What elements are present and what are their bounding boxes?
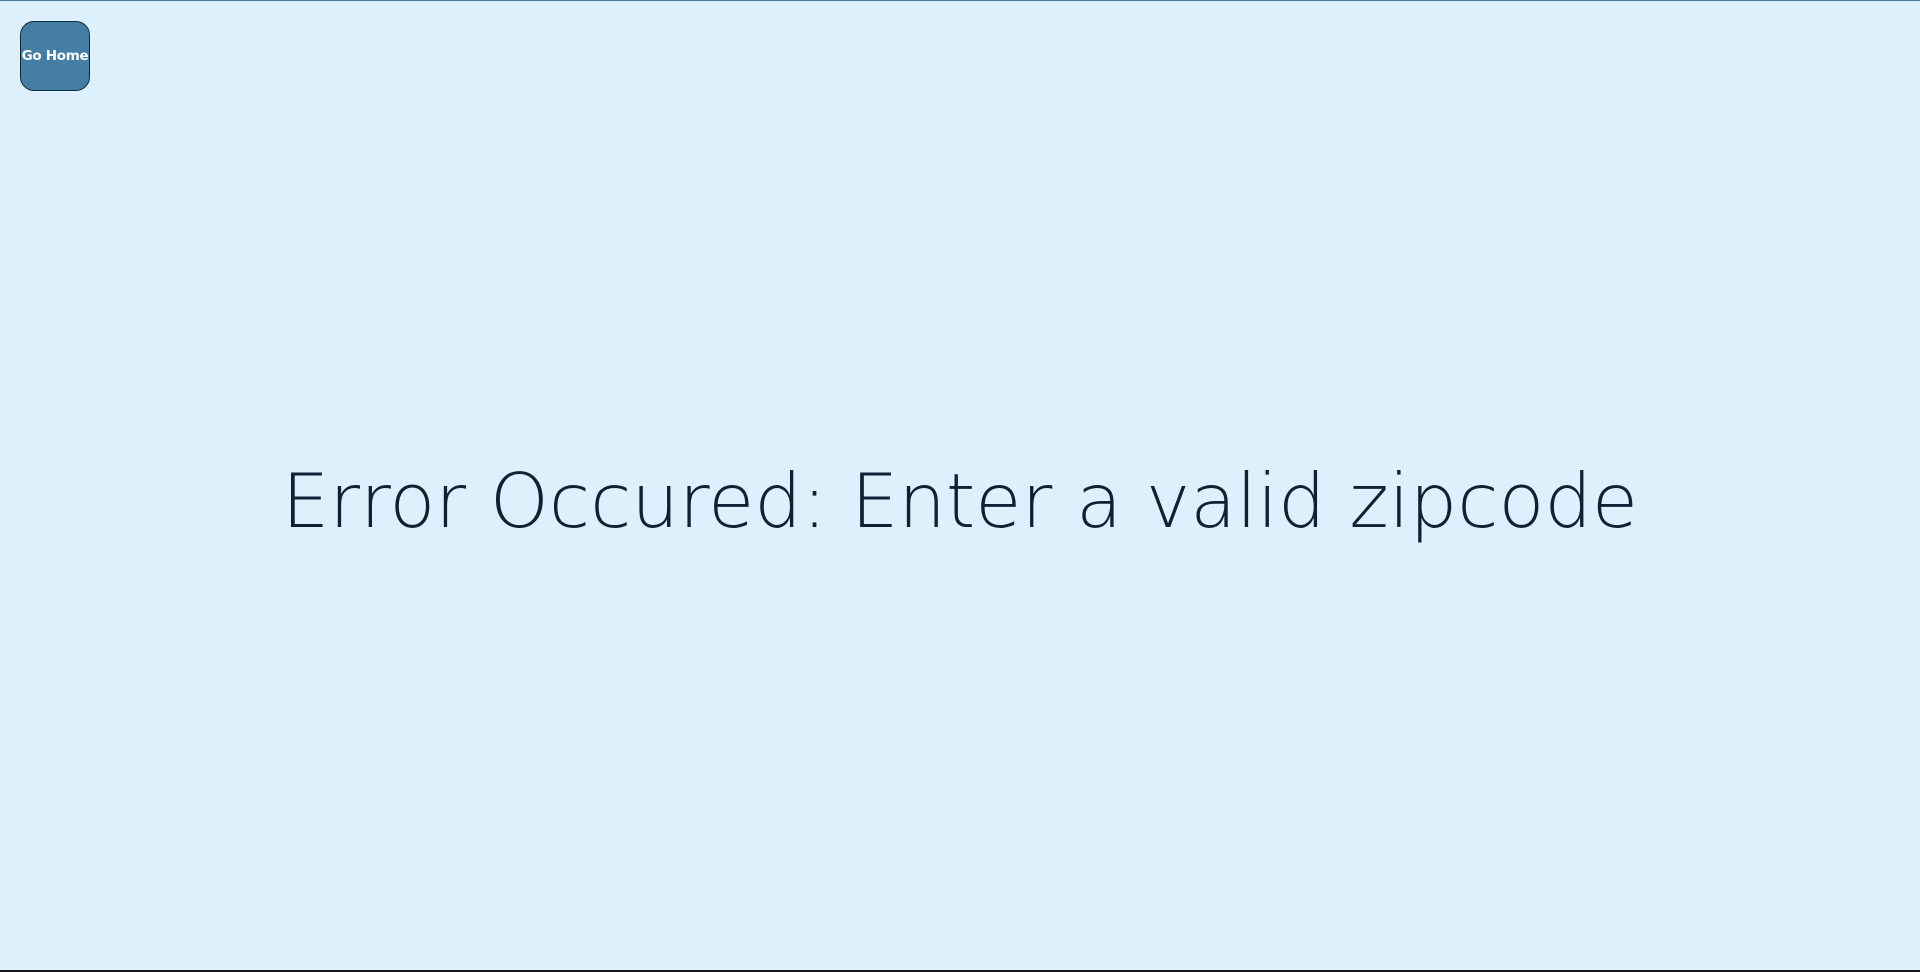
error-message: Error Occured: Enter a valid zipcode — [281, 457, 1639, 545]
go-home-button[interactable]: Go Home — [20, 21, 90, 91]
top-divider — [0, 0, 1920, 1]
